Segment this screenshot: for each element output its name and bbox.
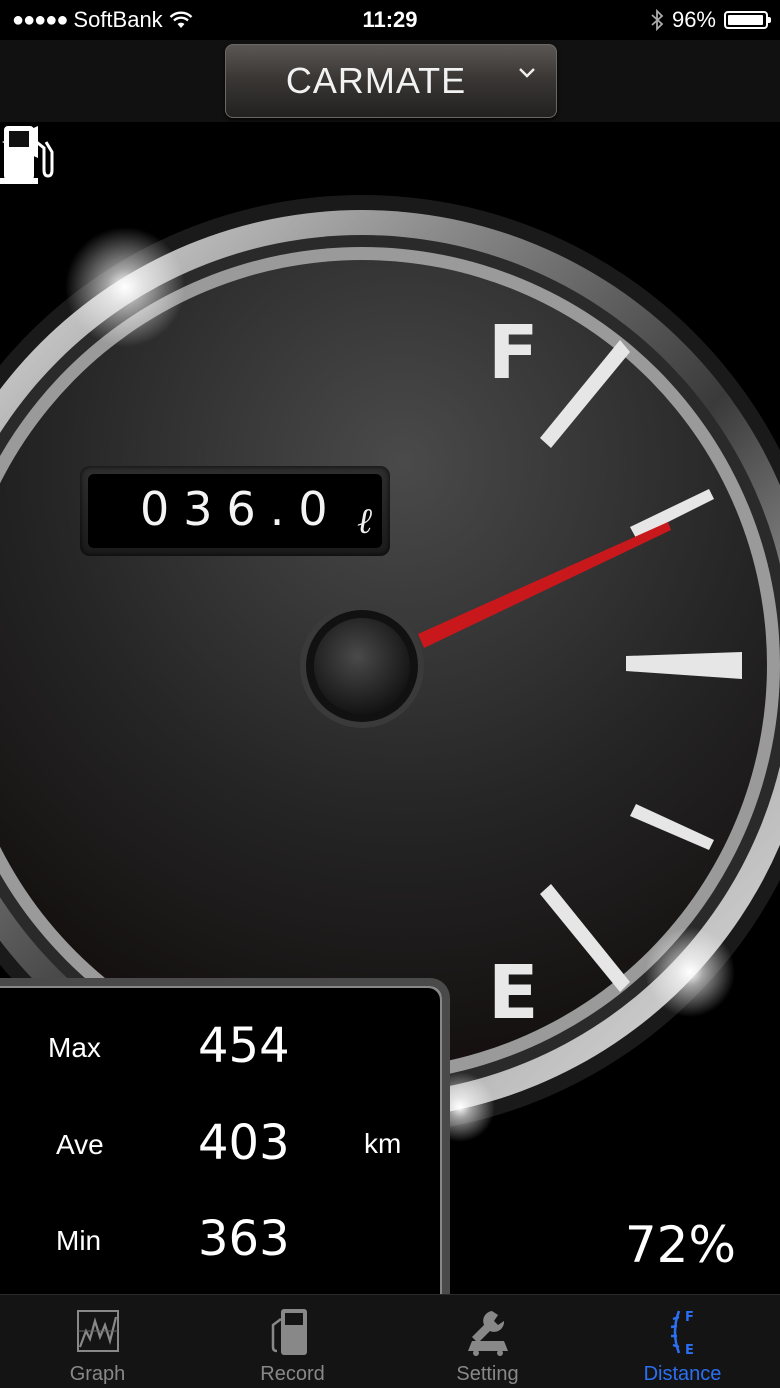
tab-record[interactable]: Record [195,1295,390,1388]
bluetooth-icon [651,9,664,31]
battery-icon [724,11,771,29]
status-right: 96% [650,7,771,33]
graph-icon [77,1310,119,1352]
tab-record-label: Record [260,1363,325,1385]
tab-distance-label: Distance [643,1363,722,1385]
distance-stats-panel: Max 454 Ave 403 Min 363 km [0,978,450,1294]
fuel-scale-icon: F E [670,1310,694,1357]
vehicle-selector[interactable]: CARMATE [225,44,557,118]
tab-setting[interactable]: Setting [390,1295,585,1388]
ave-value: 403 [198,1115,290,1171]
tab-distance[interactable]: F E Distance [585,1295,780,1388]
svg-text:F: F [685,1310,694,1325]
status-bar: ●●●●● SoftBank 11:29 96% [0,0,780,40]
wrench-car-icon [468,1311,508,1356]
fuel-volume-value: 036.0 [140,482,342,536]
fuel-pump-icon [0,126,54,184]
stat-row-min: Min 363 [0,1211,440,1271]
stat-row-max: Max 454 [0,1018,440,1078]
max-value: 454 [198,1018,290,1074]
tab-bar: Graph Record Setting F E Distance [0,1294,780,1388]
fuel-odometer: 036.0 ℓ [80,466,390,556]
fuel-record-icon [271,1309,307,1355]
tab-setting-label: Setting [456,1363,519,1385]
distance-unit: km [364,1128,402,1159]
top-bar: CARMATE [0,40,780,122]
min-value: 363 [198,1211,290,1267]
chevron-down-icon [519,68,535,78]
tab-graph-label: Graph [69,1363,126,1385]
fuel-volume-unit: ℓ [357,501,372,542]
fuel-level-percent: 72% [624,1216,736,1274]
empty-label: E [488,950,539,1036]
full-label: F [488,310,539,396]
battery-percent: 96% [671,7,716,32]
svg-text:E: E [685,1343,694,1357]
tab-graph[interactable]: Graph [0,1295,195,1388]
vehicle-selector-label: CARMATE [285,60,467,101]
max-label: Max [48,1032,101,1063]
ave-label: Ave [56,1129,104,1160]
min-label: Min [56,1225,102,1256]
